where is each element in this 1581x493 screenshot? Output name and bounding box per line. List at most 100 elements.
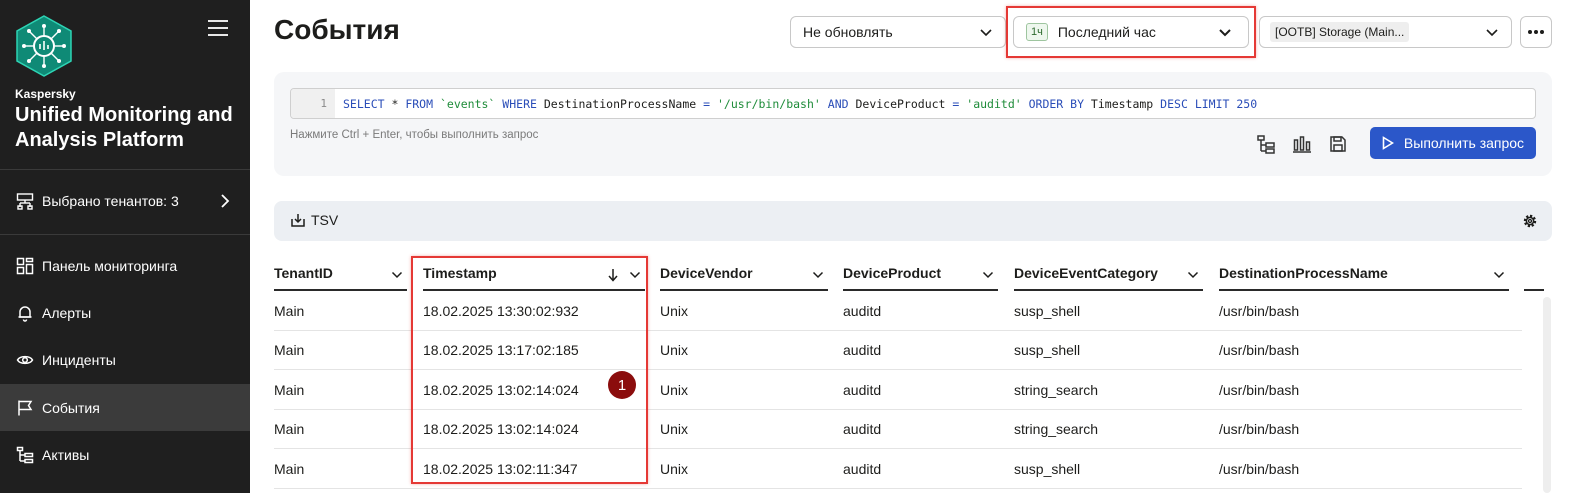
chevron-down-icon[interactable] xyxy=(1493,269,1505,281)
column-header-label: DeviceEventCategory xyxy=(1014,265,1158,281)
query-token: '/usr/bin/bash' xyxy=(716,96,821,111)
tenant-selector[interactable]: Выбрано тенантов: 3 xyxy=(0,185,250,217)
bell-icon xyxy=(18,305,32,322)
dashboard-icon xyxy=(16,257,34,274)
table-cell: /usr/bin/bash xyxy=(1219,381,1300,398)
chevron-down-icon[interactable] xyxy=(629,269,641,281)
table-cell: auditd xyxy=(843,381,882,398)
run-query-button[interactable]: Выполнить запрос xyxy=(1370,127,1536,159)
period-select[interactable]: 1ч Последний час xyxy=(1013,16,1249,48)
column-header-label: DeviceProduct xyxy=(843,265,942,281)
query-token: SELECT xyxy=(343,96,385,111)
column-header-end xyxy=(1524,289,1544,291)
period-select-value: Последний час xyxy=(1057,24,1156,40)
chevron-down-icon xyxy=(1219,29,1231,37)
table-cell: 18.02.2025 13:02:14:024 xyxy=(423,381,579,398)
table-cell: Main xyxy=(274,421,305,437)
chevron-down-icon[interactable] xyxy=(812,269,824,281)
query-token: FROM xyxy=(405,96,434,111)
table-cell: Main xyxy=(274,342,305,358)
table-cell: Unix xyxy=(660,460,689,477)
table-cell: /usr/bin/bash xyxy=(1219,421,1300,437)
tenant-selector-label: Выбрано тенантов: 3 xyxy=(42,193,179,209)
query-token: 'auditd' xyxy=(966,96,1022,111)
play-icon xyxy=(1382,136,1394,150)
query-panel: 1 SELECT * FROM `events` WHERE Destinati… xyxy=(274,72,1552,176)
nav-item-incidents[interactable]: Инциденты xyxy=(0,336,250,383)
chevron-down-icon[interactable] xyxy=(391,269,403,281)
assets-tree-icon xyxy=(16,446,34,463)
chevron-down-icon xyxy=(1486,29,1498,37)
tenants-icon xyxy=(16,193,34,210)
query-token xyxy=(433,97,440,111)
sidebar: Kaspersky Unified Monitoring and Analysi… xyxy=(0,0,250,493)
nav-item-dashboard[interactable]: Панель мониторинга xyxy=(0,242,250,289)
nav-item-label: Активы xyxy=(42,446,90,463)
nav-item-label: Алерты xyxy=(42,304,92,321)
table-cell: 18.02.2025 13:02:11:347 xyxy=(423,460,578,477)
table-cell: susp_shell xyxy=(1014,302,1081,319)
table-cell: /usr/bin/bash xyxy=(1219,302,1300,319)
query-token xyxy=(1188,97,1195,111)
chevron-right-icon xyxy=(221,194,230,208)
column-header-deviceproduct[interactable]: DeviceProduct xyxy=(843,257,998,291)
query-token: DestinationProcessName xyxy=(536,96,704,111)
download-icon xyxy=(291,214,305,227)
table-cell: 18.02.2025 13:17:02:185 xyxy=(423,342,579,358)
query-editor[interactable]: 1 SELECT * FROM `events` WHERE Destinati… xyxy=(290,88,1536,119)
table-scrollbar[interactable] xyxy=(1543,297,1551,493)
divider xyxy=(0,234,250,235)
query-token: DeviceProduct xyxy=(848,96,953,111)
chart-icon[interactable] xyxy=(1292,134,1312,154)
query-token: = xyxy=(703,96,711,111)
eye-icon xyxy=(16,355,34,364)
storage-select[interactable]: [OOTB] Storage (Main... xyxy=(1259,16,1512,48)
menu-toggle-icon[interactable] xyxy=(208,20,228,36)
column-header-devicevendor[interactable]: DeviceVendor xyxy=(660,257,828,291)
refresh-select-value: Не обновлять xyxy=(803,24,893,40)
table-cell: auditd xyxy=(843,421,882,437)
export-tsv-button[interactable]: TSV xyxy=(290,212,338,228)
column-header-label: DestinationProcessName xyxy=(1219,265,1388,281)
query-token: AND xyxy=(827,96,849,111)
chevron-down-icon[interactable] xyxy=(982,269,994,281)
table-cell: string_search xyxy=(1014,381,1099,398)
table-cell: susp_shell xyxy=(1014,342,1081,358)
page-title: События xyxy=(274,14,400,45)
more-options-button[interactable] xyxy=(1520,16,1552,48)
nav-item-label: События xyxy=(42,399,100,416)
column-header-tenantid[interactable]: TenantID xyxy=(274,257,407,291)
query-token: DESC xyxy=(1160,96,1188,111)
divider xyxy=(0,169,250,170)
tree-structure-icon[interactable] xyxy=(1256,134,1276,154)
table-cell: 18.02.2025 13:30:02:932 xyxy=(423,302,579,319)
query-token: Timestamp xyxy=(1084,96,1161,111)
query-hint: Нажмите Ctrl + Enter, чтобы выполнить за… xyxy=(290,129,539,141)
table-cell: Main xyxy=(274,302,305,319)
line-number: 1 xyxy=(291,89,335,118)
query-token: LIMIT xyxy=(1194,96,1230,111)
query-token: WHERE xyxy=(502,96,537,111)
kuma-logo-icon xyxy=(16,15,72,77)
column-header-deviceeventcategory[interactable]: DeviceEventCategory xyxy=(1014,257,1203,291)
gear-icon[interactable] xyxy=(1522,213,1538,229)
nav-item-label: Панель мониторинга xyxy=(42,257,178,274)
row-divider xyxy=(274,487,1522,489)
brand-name: Kaspersky xyxy=(15,87,76,101)
storage-chip: [OOTB] Storage (Main... xyxy=(1270,22,1410,42)
run-query-label: Выполнить запрос xyxy=(1403,135,1525,151)
query-token: `events` xyxy=(439,96,496,111)
nav-item-assets[interactable]: Активы xyxy=(0,431,250,478)
column-header-destinationprocessname[interactable]: DestinationProcessName xyxy=(1219,257,1509,291)
sort-descending-icon[interactable] xyxy=(607,268,619,282)
table-cell: auditd xyxy=(843,460,882,477)
chevron-down-icon[interactable] xyxy=(1187,269,1199,281)
refresh-select[interactable]: Не обновлять xyxy=(790,16,1006,48)
query-text: SELECT * FROM `events` WHERE Destination… xyxy=(335,97,1257,111)
nav-item-events[interactable]: События xyxy=(0,384,250,431)
nav-item-alerts[interactable]: Алерты xyxy=(0,289,250,336)
save-icon[interactable] xyxy=(1328,134,1348,154)
column-header-timestamp[interactable]: Timestamp xyxy=(423,257,645,291)
product-name: Unified Monitoring and Analysis Platform xyxy=(15,104,233,151)
column-header-label: DeviceVendor xyxy=(660,265,753,281)
